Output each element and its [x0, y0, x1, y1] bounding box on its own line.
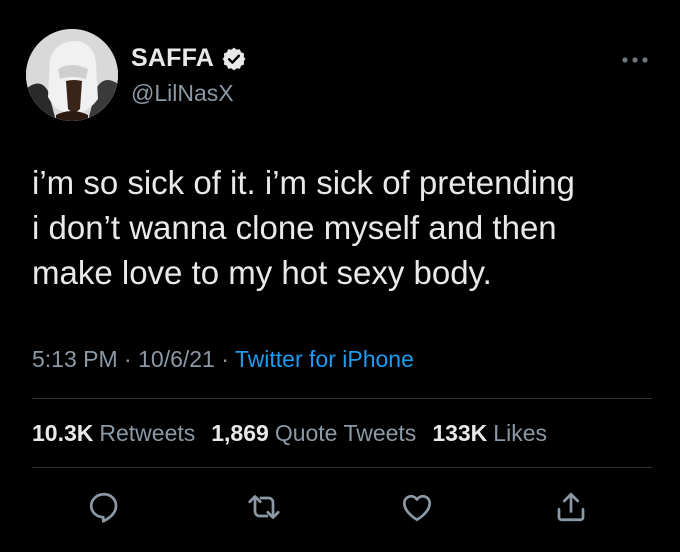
- avatar[interactable]: [26, 29, 118, 121]
- tweet-card: SAFFA @LilNasX i’m so sick of it. i’m si…: [0, 0, 680, 552]
- retweets-count: 10.3K: [32, 420, 94, 446]
- likes-count: 133K: [432, 420, 488, 446]
- display-name[interactable]: SAFFA: [131, 44, 214, 73]
- quotes-stat[interactable]: 1,869 Quote Tweets: [211, 420, 432, 446]
- more-options-icon[interactable]: [617, 50, 653, 70]
- name-row: SAFFA: [131, 44, 247, 73]
- retweets-label: Retweets: [99, 420, 196, 446]
- share-icon[interactable]: [553, 489, 589, 525]
- tweet-text: i’m so sick of it. i’m sick of pretendin…: [32, 164, 575, 291]
- tweet-date[interactable]: 10/6/21: [138, 346, 215, 372]
- tweet-actions: [0, 489, 680, 529]
- likes-label: Likes: [493, 420, 547, 446]
- meta-separator: ·: [124, 346, 132, 372]
- quotes-label: Quote Tweets: [274, 420, 417, 446]
- quotes-count: 1,869: [211, 420, 269, 446]
- user-handle[interactable]: @LilNasX: [131, 80, 234, 107]
- tweet-time[interactable]: 5:13 PM: [32, 346, 118, 372]
- tweet-meta: 5:13 PM · 10/6/21 · Twitter for iPhone: [32, 346, 414, 373]
- likes-stat[interactable]: 133K Likes: [432, 420, 563, 446]
- reply-icon[interactable]: [86, 489, 122, 525]
- verified-badge-icon: [221, 46, 247, 72]
- like-icon[interactable]: [399, 489, 435, 525]
- retweets-stat[interactable]: 10.3K Retweets: [32, 420, 211, 446]
- avatar-photo: [26, 29, 118, 121]
- divider: [32, 467, 652, 468]
- tweet-stats: 10.3K Retweets 1,869 Quote Tweets 133K Likes: [32, 420, 563, 447]
- divider: [32, 398, 652, 399]
- tweet-source-link[interactable]: Twitter for iPhone: [235, 346, 414, 372]
- meta-separator: ·: [221, 346, 229, 372]
- retweet-icon[interactable]: [246, 489, 282, 525]
